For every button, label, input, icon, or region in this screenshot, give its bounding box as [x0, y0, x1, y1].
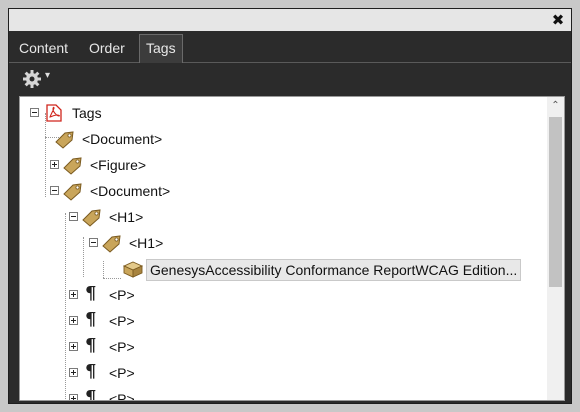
tag-tree: Tags <Document> <Figure> <Document> <H1>… [19, 96, 565, 401]
container-icon [122, 261, 144, 278]
collapse-icon[interactable] [69, 212, 78, 221]
collapse-icon[interactable] [89, 238, 98, 247]
vertical-scrollbar[interactable]: ⌃ [547, 97, 564, 400]
tree-node-label-selected: GenesysAccessibility Conformance ReportW… [146, 259, 522, 281]
pdf-icon [46, 104, 62, 122]
scroll-up-button[interactable]: ⌃ [547, 97, 564, 114]
tag-icon [82, 209, 101, 227]
tags-panel: ✖ Content Order Tags ▾ Tags <Document> <… [8, 8, 572, 404]
tree-node-label: <Figure> [90, 157, 147, 173]
tree-node-label: <P> [109, 391, 135, 401]
tags-toolbar: ▾ [9, 63, 571, 96]
expand-icon[interactable] [50, 160, 59, 169]
tree-node-label: <H1> [109, 209, 144, 225]
tree-node-label: <P> [109, 313, 135, 329]
tree-node-label: Tags [72, 105, 102, 121]
tree-connector [103, 278, 121, 279]
tag-icon [102, 235, 121, 253]
tree-connector [83, 237, 84, 277]
close-button[interactable]: ✖ [549, 10, 567, 30]
tree-node-label: <Document> [90, 183, 171, 199]
panel-titlebar: ✖ [9, 9, 571, 31]
tab-content[interactable]: Content [13, 35, 74, 62]
tag-icon [63, 183, 82, 201]
tab-tags[interactable]: Tags [139, 34, 183, 63]
paragraph-icon: ¶ [85, 283, 97, 304]
collapse-icon[interactable] [30, 108, 39, 117]
tree-node-label: <P> [109, 365, 135, 381]
chevron-down-icon: ▾ [45, 70, 51, 81]
paragraph-icon: ¶ [85, 309, 97, 330]
tree-node-label: <P> [109, 287, 135, 303]
expand-icon[interactable] [69, 290, 78, 299]
gear-icon [23, 70, 41, 88]
expand-icon[interactable] [69, 394, 78, 400]
tree-connector [45, 113, 46, 197]
expand-icon[interactable] [69, 368, 78, 377]
paragraph-icon: ¶ [85, 387, 97, 401]
tag-icon [63, 157, 82, 175]
panel-tabs: Content Order Tags [9, 31, 571, 63]
expand-icon[interactable] [69, 342, 78, 351]
scroll-thumb[interactable] [549, 117, 562, 287]
tag-icon [55, 131, 74, 149]
tree-node-label: <Document> [82, 131, 163, 147]
paragraph-icon: ¶ [85, 361, 97, 382]
paragraph-icon: ¶ [85, 335, 97, 356]
tab-order[interactable]: Order [83, 35, 131, 62]
tree-node-label: <H1> [129, 235, 164, 251]
tree-connector [103, 261, 104, 278]
tree-node-label: <P> [109, 339, 135, 355]
collapse-icon[interactable] [50, 186, 59, 195]
expand-icon[interactable] [69, 316, 78, 325]
options-menu-button[interactable]: ▾ [21, 68, 61, 90]
tree-connector [65, 213, 66, 400]
